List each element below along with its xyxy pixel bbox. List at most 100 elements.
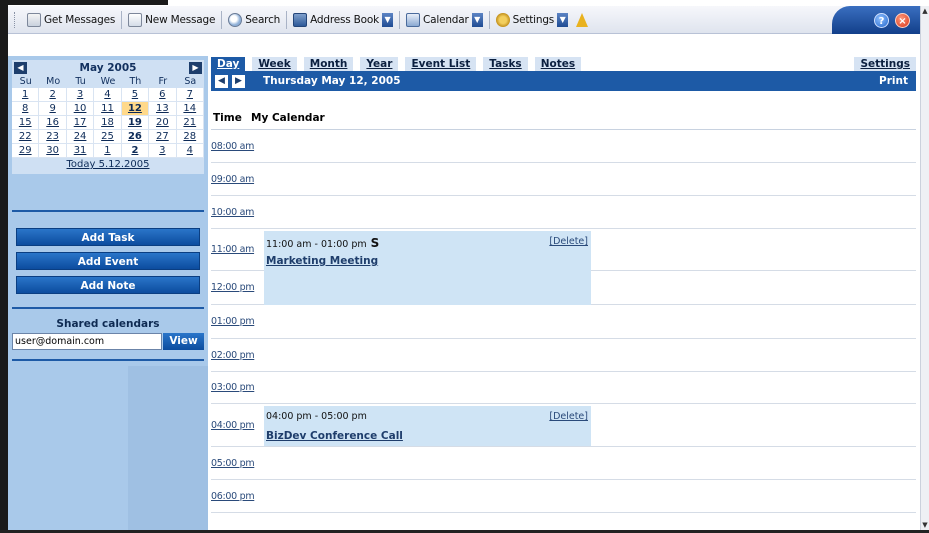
mini-calendar-day[interactable]: 31 bbox=[66, 144, 95, 158]
mini-calendar-day[interactable]: 8 bbox=[12, 102, 40, 116]
time-slot-label[interactable]: 11:00 am bbox=[211, 244, 263, 255]
event-title-link[interactable]: Marketing Meeting bbox=[266, 255, 378, 267]
mini-calendar-day[interactable]: 9 bbox=[39, 102, 67, 116]
mini-calendar-day[interactable]: 27 bbox=[149, 130, 177, 144]
new-message-button[interactable]: New Message bbox=[124, 9, 219, 31]
mini-calendar-day[interactable]: 5 bbox=[121, 88, 150, 102]
print-link[interactable]: Print bbox=[879, 75, 908, 87]
mini-calendar-day[interactable]: 30 bbox=[39, 144, 67, 158]
time-slot-row[interactable]: 10:00 am bbox=[211, 196, 916, 229]
mini-calendar-day[interactable]: 1 bbox=[94, 144, 122, 158]
mini-calendar-day[interactable]: 17 bbox=[66, 116, 95, 130]
mini-calendar-day[interactable]: 24 bbox=[66, 130, 95, 144]
toolbar-grip[interactable] bbox=[14, 11, 17, 28]
mini-calendar-day[interactable]: 20 bbox=[149, 116, 177, 130]
toolbar-separator bbox=[221, 10, 223, 29]
mini-calendar-day[interactable]: 16 bbox=[39, 116, 67, 130]
chevron-down-icon[interactable]: ▼ bbox=[471, 12, 483, 27]
prev-month-icon[interactable]: ◀ bbox=[14, 62, 27, 74]
mini-calendar-day[interactable]: 11 bbox=[94, 102, 122, 116]
mini-calendar-day[interactable]: 13 bbox=[149, 102, 177, 116]
time-slot-row[interactable]: 03:00 pm bbox=[211, 372, 916, 404]
scroll-down-icon[interactable]: ▼ bbox=[921, 520, 929, 530]
tab-week[interactable]: Week bbox=[252, 57, 297, 71]
time-slot-label[interactable]: 01:00 pm bbox=[211, 316, 263, 327]
mini-calendar-day[interactable]: 4 bbox=[94, 88, 122, 102]
mini-calendar-day[interactable]: 19 bbox=[121, 116, 150, 130]
time-slot-row[interactable]: 08:00 am bbox=[211, 130, 916, 163]
close-icon[interactable]: × bbox=[895, 12, 910, 28]
chevron-down-icon[interactable]: ▼ bbox=[557, 12, 569, 27]
delete-event-link[interactable]: [Delete] bbox=[549, 236, 588, 247]
time-slot-label[interactable]: 06:00 pm bbox=[211, 491, 263, 502]
vertical-scrollbar[interactable]: ▲ ▼ bbox=[920, 6, 929, 530]
time-slot-label[interactable]: 10:00 am bbox=[211, 207, 263, 218]
prev-day-icon[interactable]: ◀ bbox=[215, 74, 228, 88]
time-slot-label[interactable]: 08:00 am bbox=[211, 141, 263, 152]
time-slot-row[interactable]: 06:00 pm bbox=[211, 480, 916, 513]
event-block[interactable]: 11:00 am - 01:00 pm S [Delete] Marketing … bbox=[264, 231, 591, 305]
time-slot-label[interactable]: 03:00 pm bbox=[211, 382, 263, 393]
mini-calendar-day[interactable]: 10 bbox=[66, 102, 95, 116]
add-event-button[interactable]: Add Event bbox=[16, 252, 200, 270]
mini-calendar-day[interactable]: 3 bbox=[149, 144, 177, 158]
time-slot-row[interactable]: 09:00 am bbox=[211, 163, 916, 196]
chevron-down-icon[interactable]: ▼ bbox=[381, 12, 393, 27]
tab-tasks[interactable]: Tasks bbox=[483, 57, 528, 71]
tab-day[interactable]: Day bbox=[211, 57, 246, 71]
window-controls: ? × bbox=[832, 6, 920, 34]
mini-calendar-day[interactable]: 28 bbox=[176, 130, 204, 144]
mini-calendar-day[interactable]: 29 bbox=[12, 144, 40, 158]
mini-calendar-day[interactable]: 26 bbox=[121, 130, 150, 144]
search-button[interactable]: Search bbox=[224, 9, 284, 31]
time-slot-row[interactable]: 02:00 pm bbox=[211, 339, 916, 372]
address-book-label: Address Book bbox=[310, 13, 379, 26]
mini-calendar-today[interactable]: 12 bbox=[121, 102, 150, 116]
mini-calendar-day[interactable]: 7 bbox=[176, 88, 204, 102]
mini-calendar-day[interactable]: 2 bbox=[39, 88, 67, 102]
add-task-button[interactable]: Add Task bbox=[16, 228, 200, 246]
alerts-button[interactable] bbox=[572, 9, 595, 31]
mini-calendar-day[interactable]: 2 bbox=[121, 144, 150, 158]
next-month-icon[interactable]: ▶ bbox=[189, 62, 202, 74]
mini-calendar-day[interactable]: 21 bbox=[176, 116, 204, 130]
today-link[interactable]: Today 5.12.2005 bbox=[12, 158, 204, 174]
event-title-link[interactable]: BizDev Conference Call bbox=[266, 430, 403, 442]
mini-calendar-day[interactable]: 14 bbox=[176, 102, 204, 116]
delete-event-link[interactable]: [Delete] bbox=[549, 411, 588, 422]
time-slot-label[interactable]: 12:00 pm bbox=[211, 282, 263, 293]
time-slot-label[interactable]: 09:00 am bbox=[211, 174, 263, 185]
tab-month[interactable]: Month bbox=[303, 57, 354, 71]
time-slot-label[interactable]: 05:00 pm bbox=[211, 458, 263, 469]
time-slot-row[interactable]: 01:00 pm bbox=[211, 305, 916, 339]
settings-button[interactable]: Settings ▼ bbox=[492, 9, 572, 31]
calendar-button[interactable]: Calendar ▼ bbox=[402, 9, 487, 31]
tab-notes[interactable]: Notes bbox=[534, 57, 582, 71]
get-messages-button[interactable]: Get Messages bbox=[23, 9, 119, 31]
scroll-up-icon[interactable]: ▲ bbox=[921, 6, 929, 16]
time-slot-row[interactable]: 05:00 pm bbox=[211, 447, 916, 480]
mini-calendar-day[interactable]: 18 bbox=[94, 116, 122, 130]
window-top-edge bbox=[0, 0, 168, 5]
mini-calendar-day[interactable]: 4 bbox=[176, 144, 204, 158]
mini-calendar-day[interactable]: 6 bbox=[149, 88, 177, 102]
mini-calendar-day[interactable]: 22 bbox=[12, 130, 40, 144]
mini-calendar-day[interactable]: 3 bbox=[66, 88, 95, 102]
tab-year[interactable]: Year bbox=[360, 57, 399, 71]
address-book-button[interactable]: Address Book ▼ bbox=[289, 9, 397, 31]
mini-calendar-day[interactable]: 25 bbox=[94, 130, 122, 144]
time-slot-label[interactable]: 04:00 pm bbox=[211, 420, 263, 431]
tab-event-list[interactable]: Event List bbox=[405, 57, 477, 71]
shared-calendar-input[interactable] bbox=[12, 333, 162, 350]
event-block[interactable]: 04:00 pm - 05:00 pm [Delete] BizDev Conf… bbox=[264, 406, 591, 446]
mini-calendar-day[interactable]: 15 bbox=[12, 116, 40, 130]
sidebar-divider bbox=[12, 307, 204, 309]
mini-calendar-day[interactable]: 23 bbox=[39, 130, 67, 144]
view-shared-button[interactable]: View bbox=[163, 333, 204, 350]
time-slot-label[interactable]: 02:00 pm bbox=[211, 350, 263, 361]
tab-settings[interactable]: Settings bbox=[854, 57, 916, 71]
mini-calendar-day[interactable]: 1 bbox=[12, 88, 40, 102]
help-icon[interactable]: ? bbox=[874, 12, 889, 28]
add-note-button[interactable]: Add Note bbox=[16, 276, 200, 294]
next-day-icon[interactable]: ▶ bbox=[232, 74, 245, 88]
